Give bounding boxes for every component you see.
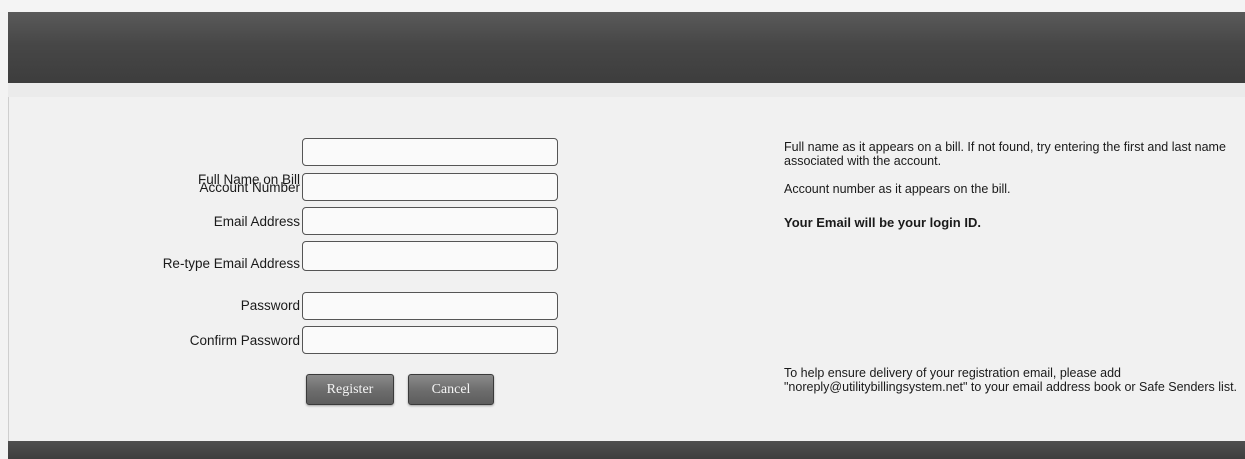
top-margin	[0, 0, 1245, 12]
cancel-button[interactable]: Cancel	[408, 374, 494, 405]
password-field[interactable]	[302, 292, 558, 320]
header-band	[8, 83, 1245, 98]
delivery-help: To help ensure delivery of your registra…	[784, 366, 1238, 394]
header-bar	[8, 12, 1245, 83]
email-address-label: Email Address	[213, 214, 300, 229]
confirm-password-label: Confirm Password	[189, 333, 300, 348]
full-name-help: Full name as it appears on a bill. If no…	[784, 140, 1226, 168]
confirm-password-field[interactable]	[302, 326, 558, 354]
email-login-help: Your Email will be your login ID.	[784, 215, 981, 230]
footer-bar	[8, 441, 1245, 459]
retype-email-field[interactable]	[302, 241, 558, 271]
account-number-help: Account number as it appears on the bill…	[784, 182, 1011, 196]
register-button[interactable]: Register	[306, 374, 394, 405]
retype-email-label: Re-type Email Address	[162, 256, 300, 271]
full-name-field[interactable]	[302, 138, 558, 166]
registration-page: Full Name on Bill Account Number Registe…	[0, 0, 1245, 459]
email-field[interactable]	[302, 207, 558, 235]
password-label: Password	[240, 298, 300, 313]
account-number-label: Account Number	[199, 180, 300, 195]
account-number-field[interactable]	[302, 173, 558, 201]
